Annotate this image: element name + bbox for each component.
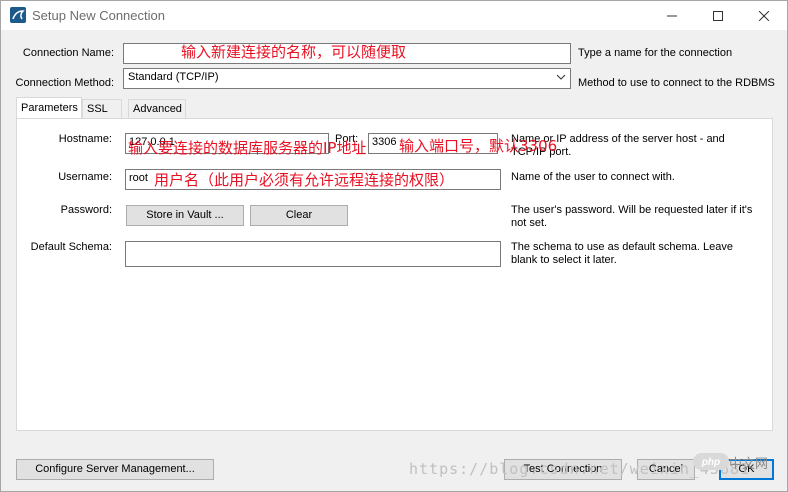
title-bar: Setup New Connection <box>1 1 787 30</box>
setup-connection-window: Setup New Connection Connection Name: Ty… <box>0 0 788 492</box>
php-logo-icon: php <box>694 453 728 470</box>
parameters-panel <box>16 118 773 431</box>
php-cn-badge-text: 中文网 <box>729 456 769 471</box>
default-schema-hint: The schema to use as default schema. Lea… <box>511 241 733 266</box>
connection-name-hint: Type a name for the connection <box>578 47 733 59</box>
configure-server-management-button[interactable]: Configure Server Management... <box>16 459 214 480</box>
annotation-connection-name: 输入新建连接的名称，可以随便取 <box>181 43 407 61</box>
store-in-vault-button[interactable]: Store in Vault ... <box>126 205 244 226</box>
hostname-label: Hostname: <box>58 133 112 145</box>
close-icon <box>758 10 769 21</box>
annotation-username: 用户名（此用户必须有允许远程连接的权限） <box>154 171 455 189</box>
password-label: Password: <box>60 204 112 216</box>
annotation-hostname: 输入要连接的数据库服务器的IP地址 <box>128 139 367 157</box>
php-logo-badge: php <box>693 453 729 470</box>
default-schema-label: Default Schema: <box>30 241 112 253</box>
clear-password-button[interactable]: Clear <box>250 205 348 226</box>
minimize-button[interactable] <box>649 1 694 30</box>
tab-ssl[interactable]: SSL <box>82 99 122 119</box>
minimize-icon <box>666 15 677 16</box>
connection-method-select[interactable]: Standard (TCP/IP) <box>123 68 571 89</box>
chevron-down-icon <box>556 74 566 80</box>
annotation-port: 输入端口号，默认3306 <box>399 137 558 155</box>
default-schema-input[interactable] <box>125 241 501 267</box>
close-button[interactable] <box>741 1 786 30</box>
password-hint: The user's password. Will be requested l… <box>511 204 753 229</box>
tab-advanced[interactable]: Advanced <box>128 99 186 119</box>
connection-method-hint: Method to use to connect to the RDBMS <box>578 77 775 89</box>
maximize-icon <box>712 10 723 21</box>
username-hint: Name of the user to connect with. <box>511 171 675 183</box>
connection-method-label: Connection Method: <box>15 77 114 89</box>
svg-text:php: php <box>701 457 720 468</box>
window-title: Setup New Connection <box>32 8 165 23</box>
connection-method-value: Standard (TCP/IP) <box>128 71 219 83</box>
connection-name-label: Connection Name: <box>22 47 114 59</box>
maximize-button[interactable] <box>695 1 740 30</box>
username-label: Username: <box>58 171 112 183</box>
mysql-workbench-icon <box>10 7 26 23</box>
tab-parameters[interactable]: Parameters <box>16 97 82 118</box>
